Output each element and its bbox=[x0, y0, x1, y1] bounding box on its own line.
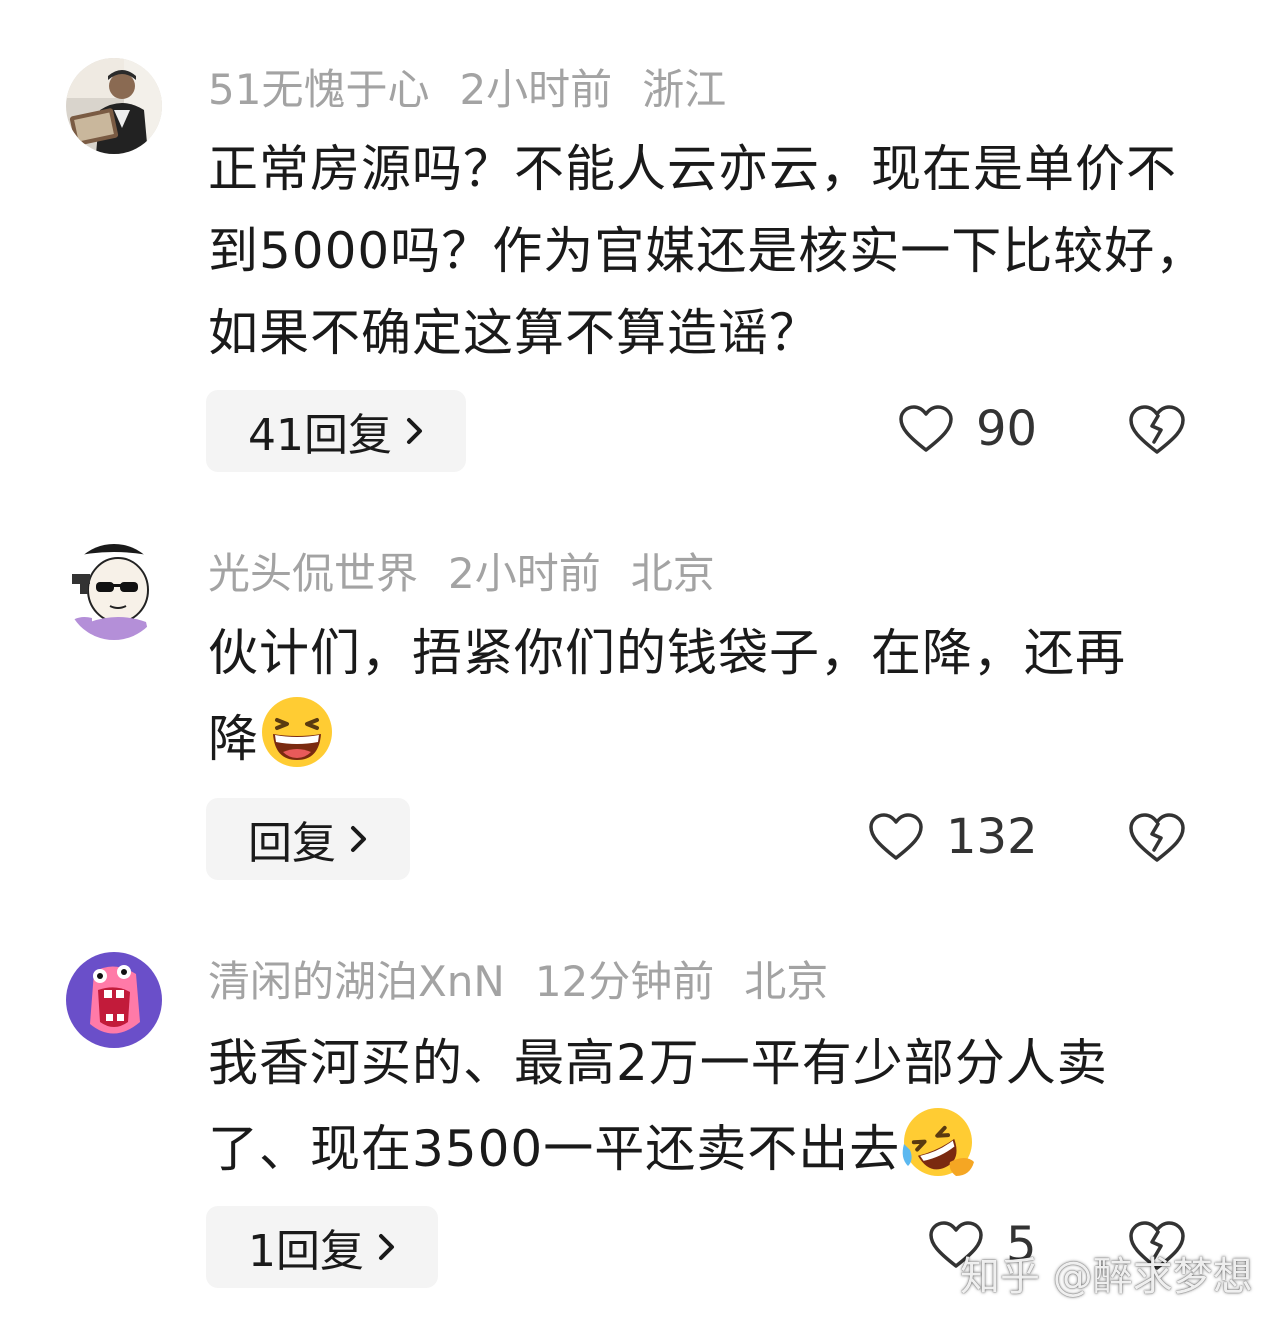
like-count: 132 bbox=[946, 809, 1038, 865]
bald-cartoon-sunglasses-avatar-icon bbox=[66, 544, 162, 640]
comment-meta: 光头侃世界 2小时前 北京 bbox=[208, 546, 745, 602]
like-count: 90 bbox=[976, 401, 1038, 457]
watermark: 知乎 @醉求梦想 bbox=[960, 1254, 1253, 1300]
broken-heart-icon bbox=[1129, 813, 1185, 862]
timestamp: 2小时前 bbox=[459, 65, 613, 114]
reply-label: 41回复 bbox=[248, 410, 392, 461]
username[interactable]: 51无愧于心 bbox=[208, 65, 429, 114]
heart-icon bbox=[869, 813, 923, 860]
comment-text: 正常房源吗？不能人云亦云，现在是单价不到5000吗？作为官媒还是核实一下比较好，… bbox=[208, 140, 1207, 362]
user-avatar[interactable] bbox=[66, 544, 162, 640]
username[interactable]: 清闲的湖泊XnN bbox=[208, 957, 505, 1006]
reply-button[interactable]: 回复 bbox=[206, 798, 410, 880]
comment-text: 我香河买的、最高2万一平有少部分人卖了、现在3500一平还卖不出去 bbox=[208, 1022, 1208, 1190]
location: 北京 bbox=[744, 957, 829, 1006]
man-reading-photo-avatar-icon bbox=[66, 58, 162, 154]
screaming-cartoon-avatar-icon bbox=[66, 952, 162, 1048]
comment-meta: 清闲的湖泊XnN 12分钟前 北京 bbox=[208, 954, 858, 1010]
grinning-squinting-face-icon bbox=[259, 694, 335, 770]
reply-label: 回复 bbox=[248, 818, 336, 869]
like-button[interactable]: 132 bbox=[868, 796, 1038, 878]
user-avatar[interactable] bbox=[66, 58, 162, 154]
chevron-right-icon bbox=[407, 418, 422, 444]
rolling-on-floor-laughing-face-icon bbox=[900, 1104, 976, 1180]
chevron-right-icon bbox=[351, 826, 366, 852]
username[interactable]: 光头侃世界 bbox=[208, 549, 418, 598]
location: 浙江 bbox=[642, 65, 727, 114]
chevron-right-icon bbox=[379, 1234, 394, 1260]
comment-text-body: 伙计们，捂紧你们的钱袋子，在降，还再降 bbox=[208, 624, 1126, 768]
dislike-button[interactable] bbox=[1128, 812, 1186, 864]
like-button[interactable]: 90 bbox=[898, 388, 1037, 470]
reply-button[interactable]: 1回复 bbox=[206, 1206, 438, 1288]
location: 北京 bbox=[630, 549, 715, 598]
broken-heart-icon bbox=[1129, 405, 1185, 454]
timestamp: 2小时前 bbox=[448, 549, 601, 598]
comment-meta: 51无愧于心 2小时前 浙江 bbox=[208, 62, 756, 118]
dislike-button[interactable] bbox=[1128, 404, 1186, 456]
comment-text: 伙计们，捂紧你们的钱袋子，在降，还再降 bbox=[208, 612, 1168, 780]
reply-label: 1回复 bbox=[248, 1226, 364, 1277]
user-avatar[interactable] bbox=[66, 952, 162, 1048]
heart-icon bbox=[899, 405, 953, 452]
reply-button[interactable]: 41回复 bbox=[206, 390, 466, 472]
timestamp: 12分钟前 bbox=[534, 957, 715, 1006]
